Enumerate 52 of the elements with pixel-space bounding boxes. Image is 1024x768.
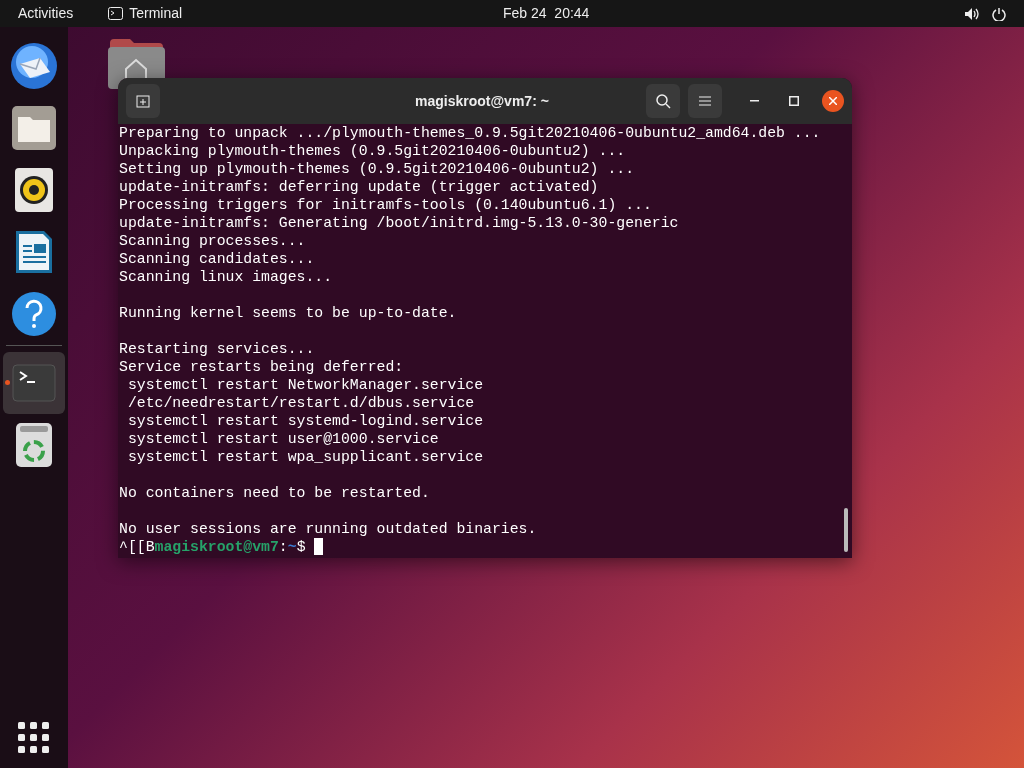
folder-icon	[11, 105, 57, 151]
prompt-separator: :	[278, 538, 288, 556]
app-menu-button[interactable]: Terminal	[129, 3, 183, 24]
terminal-output-line: Restarting services...	[119, 340, 315, 358]
new-tab-button[interactable]	[126, 84, 160, 118]
terminal-output-line: /etc/needrestart/restart.d/dbus.service	[126, 394, 475, 412]
prompt-path: ~	[287, 538, 297, 556]
speaker-icon	[14, 167, 54, 213]
prompt-user-host: magiskroot@vm7	[154, 538, 279, 556]
terminal-output-line: systemctl restart NetworkManager.service	[126, 376, 484, 394]
terminal-icon	[12, 364, 56, 402]
new-tab-icon	[136, 94, 150, 108]
terminal-output-line: Unpacking plymouth-themes (0.9.5git20210406-0ubuntu2) ...	[119, 142, 626, 160]
terminal-output-line: Scanning linux images...	[119, 268, 333, 286]
terminal-output-line: Running kernel seems to be up-to-date.	[119, 304, 457, 322]
clock[interactable]: Feb 24 20:44	[503, 3, 590, 24]
help-icon	[11, 291, 57, 337]
power-icon[interactable]	[992, 6, 1006, 21]
terminal-output-line: Preparing to unpack .../plymouth-themes_0.9.5git20210406-0ubuntu2_amd64.deb ...	[119, 124, 821, 142]
terminal-output-line: Scanning candidates...	[119, 250, 315, 268]
menu-button[interactable]	[688, 84, 722, 118]
terminal-output-line: Setting up plymouth-themes (0.9.5git20210406-0ubuntu2) ...	[119, 160, 634, 178]
document-icon	[14, 229, 54, 275]
scrollbar-thumb[interactable]	[844, 508, 848, 552]
menu-icon	[699, 96, 711, 106]
search-button[interactable]	[646, 84, 680, 118]
terminal-icon	[108, 7, 124, 20]
recycle-bin-icon	[15, 422, 53, 468]
close-button[interactable]	[822, 90, 844, 112]
envelope-globe-icon	[10, 42, 58, 90]
text-cursor	[314, 538, 324, 555]
terminal-output-line: systemctl restart wpa_supplicant.service	[126, 448, 484, 466]
terminal-output-line: update-initramfs: Generating /boot/initrd.img-5.13.0-30-generic	[119, 214, 679, 232]
window-title: magiskroot@vm7: ~	[415, 91, 549, 111]
terminal-output-line: systemctl restart user@1000.service	[126, 430, 439, 448]
running-indicator	[5, 380, 10, 385]
minimize-icon	[749, 100, 759, 102]
terminal-output-line: Service restarts being deferred:	[119, 358, 404, 376]
terminal-output-line: Scanning processes...	[119, 232, 306, 250]
terminal-output-line: systemctl restart systemd-logind.service	[126, 412, 484, 430]
activities-button[interactable]: Activities	[18, 3, 74, 24]
terminal-output-line: No user sessions are running outdated binaries.	[119, 520, 537, 538]
terminal-output-line: Processing triggers for initramfs-tools (0.140ubuntu6.1) ...	[119, 196, 652, 214]
volume-icon[interactable]	[964, 6, 980, 21]
prompt-prefix: ^[[B	[119, 538, 155, 556]
maximize-icon	[789, 96, 799, 106]
terminal-output-line: No containers need to be restarted.	[119, 484, 430, 502]
app-grid-icon[interactable]	[18, 722, 50, 754]
prompt-symbol: $	[296, 538, 307, 556]
search-icon	[655, 93, 671, 109]
close-icon	[829, 97, 837, 105]
terminal-output-line: update-initramfs: deferring update (trigger activated)	[119, 178, 599, 196]
